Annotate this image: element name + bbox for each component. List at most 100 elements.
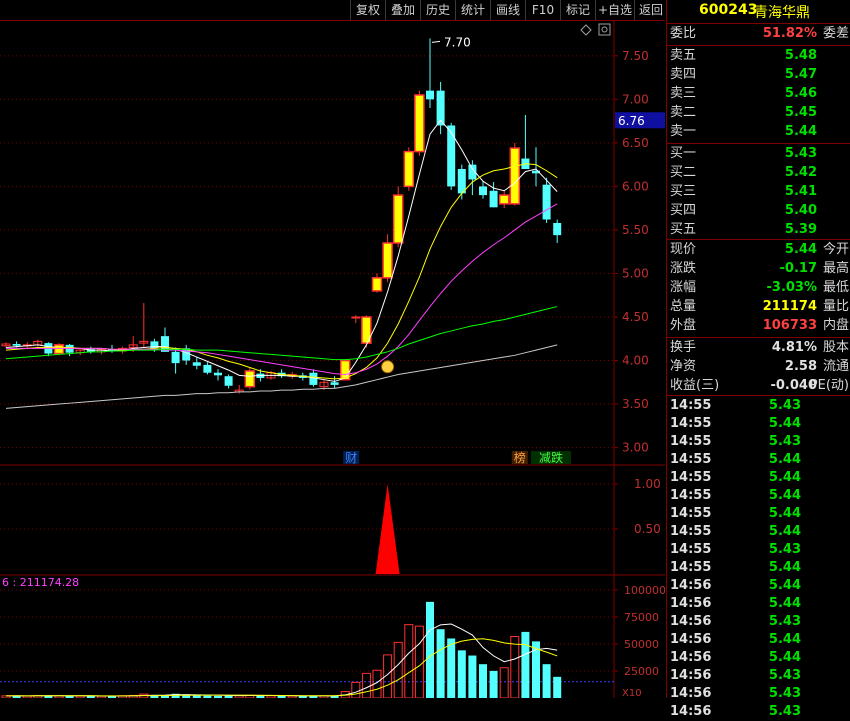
row-suffix: 最低	[822, 280, 849, 295]
price-tick-label: 7.00	[622, 92, 649, 106]
row-value: 2.58	[784, 359, 817, 374]
toolbar-button-8[interactable]: 返回	[634, 0, 667, 20]
tick-price: 5.44	[768, 416, 801, 431]
candle-body	[12, 343, 21, 346]
volume-tick-label: 100000	[624, 584, 665, 597]
volume-bar	[393, 641, 403, 698]
row-label: 买四	[670, 203, 697, 218]
volume-bar	[436, 629, 445, 698]
tick-price: 5.43	[768, 668, 801, 683]
volume-bar	[479, 664, 487, 698]
price-tick-label: 4.00	[622, 354, 649, 368]
price-tick-label: 4.50	[622, 310, 649, 324]
toolbar-button-1[interactable]: 叠加	[385, 0, 420, 20]
price-tick-label: 6.00	[622, 179, 649, 193]
row-value: 5.40	[784, 203, 817, 218]
volume-tick-label: 50000	[624, 638, 659, 651]
volume-bar	[510, 636, 520, 698]
row-label: 卖三	[670, 86, 697, 101]
high-annotation: 7.70	[444, 35, 471, 49]
price-tick-label: 6.50	[622, 136, 649, 150]
price-tick-label: 5.00	[622, 266, 649, 280]
row-label: 卖一	[670, 124, 697, 139]
tick-price: 5.43	[768, 398, 801, 413]
tick-time: 14:55	[670, 416, 712, 431]
candle-body	[203, 364, 212, 373]
event-marker: 减跌	[539, 450, 563, 465]
row-label: 涨跌	[670, 261, 697, 276]
row-value: 5.46	[784, 86, 817, 101]
toolbar-button-3[interactable]: 统计	[455, 0, 490, 20]
row-label: 收益(三)	[670, 378, 720, 393]
event-marker: 榜	[514, 450, 526, 465]
quote-row: 外盘 106733 内盘	[670, 317, 849, 335]
toolbar-button-2[interactable]: 历史	[420, 0, 455, 20]
tick-time: 14:55	[670, 542, 712, 557]
row-value: 5.39	[784, 222, 817, 237]
tick-price: 5.44	[768, 596, 801, 611]
row-label: 卖四	[670, 67, 697, 82]
tick-price: 5.44	[768, 650, 801, 665]
toolbar-button-5[interactable]: F10	[525, 0, 560, 20]
row-value: 5.48	[784, 48, 817, 63]
row-suffix: PE(动)	[809, 378, 849, 393]
tick-price: 5.44	[768, 560, 801, 575]
row-label: 卖五	[670, 48, 697, 63]
tick-time: 14:56	[670, 632, 712, 647]
candle-body	[224, 376, 233, 386]
row-suffix: 今开	[822, 242, 849, 257]
tick-time: 14:56	[670, 596, 712, 611]
row-value: -0.17	[779, 261, 817, 276]
row-value: 5.42	[784, 165, 817, 180]
quote-row: 卖五 5.48	[670, 47, 849, 65]
quote-row: 买三 5.41	[670, 183, 849, 201]
toolbar-button-4[interactable]: 画线	[490, 0, 525, 20]
tick-price: 5.44	[768, 524, 801, 539]
row-suffix: 内盘	[822, 318, 849, 333]
tick-time: 14:56	[670, 578, 712, 593]
tick-price: 5.44	[768, 488, 801, 503]
candle-body	[553, 222, 562, 236]
quote-row: 卖二 5.45	[670, 104, 849, 122]
quote-row: 现价 5.44 今开	[670, 241, 849, 259]
price-tick-label: 5.50	[622, 223, 649, 237]
weibi-value: 51.82%	[762, 26, 817, 41]
tick-price: 5.44	[768, 632, 801, 647]
diamond-icon	[580, 24, 592, 36]
quote-row: 买四 5.40	[670, 202, 849, 220]
volume-bar	[351, 681, 361, 698]
row-value: 211174	[762, 299, 817, 314]
weibi-suffix: 委差	[822, 26, 849, 41]
kline-chart[interactable]: 7.50 7.00 6.50 6.00 5.50 5.00 4.50 4.00 3.50 3.00…	[0, 21, 665, 698]
candle-body	[447, 125, 456, 187]
tick-time: 14:55	[670, 470, 712, 485]
row-value: -3.03%	[766, 280, 818, 295]
tick-time: 14:55	[670, 398, 712, 413]
tick-price: 5.43	[768, 614, 801, 629]
toolbar-button-6[interactable]: 标记	[560, 0, 595, 20]
volume-bar	[447, 638, 456, 698]
weibi-row: 委比 51.82% 委差	[670, 25, 849, 43]
candle-body	[214, 372, 222, 376]
candle-body	[498, 194, 510, 205]
tick-time: 14:55	[670, 560, 712, 575]
row-value: 5.45	[784, 105, 817, 120]
toolbar-button-7[interactable]: +自选	[595, 0, 634, 20]
row-suffix: 流通	[822, 359, 849, 374]
quote-row: 换手 4.81% 股本	[670, 339, 849, 357]
volume-bar	[553, 676, 562, 698]
tick-time: 14:55	[670, 434, 712, 449]
tick-time: 14:56	[670, 668, 712, 683]
tick-price: 5.43	[768, 434, 801, 449]
high-pointer	[431, 40, 441, 43]
tick-time: 14:56	[670, 614, 712, 629]
row-suffix: 最高	[822, 261, 849, 276]
tick-time: 14:55	[670, 452, 712, 467]
candle-body	[509, 147, 521, 205]
toolbar-button-0[interactable]: 复权	[350, 0, 385, 20]
signal-tick-label: 0.50	[634, 522, 661, 536]
divider	[667, 337, 850, 338]
row-label: 涨幅	[670, 280, 697, 295]
current-price-tag-label: 6.76	[618, 114, 645, 128]
row-value: 4.81%	[771, 340, 817, 355]
